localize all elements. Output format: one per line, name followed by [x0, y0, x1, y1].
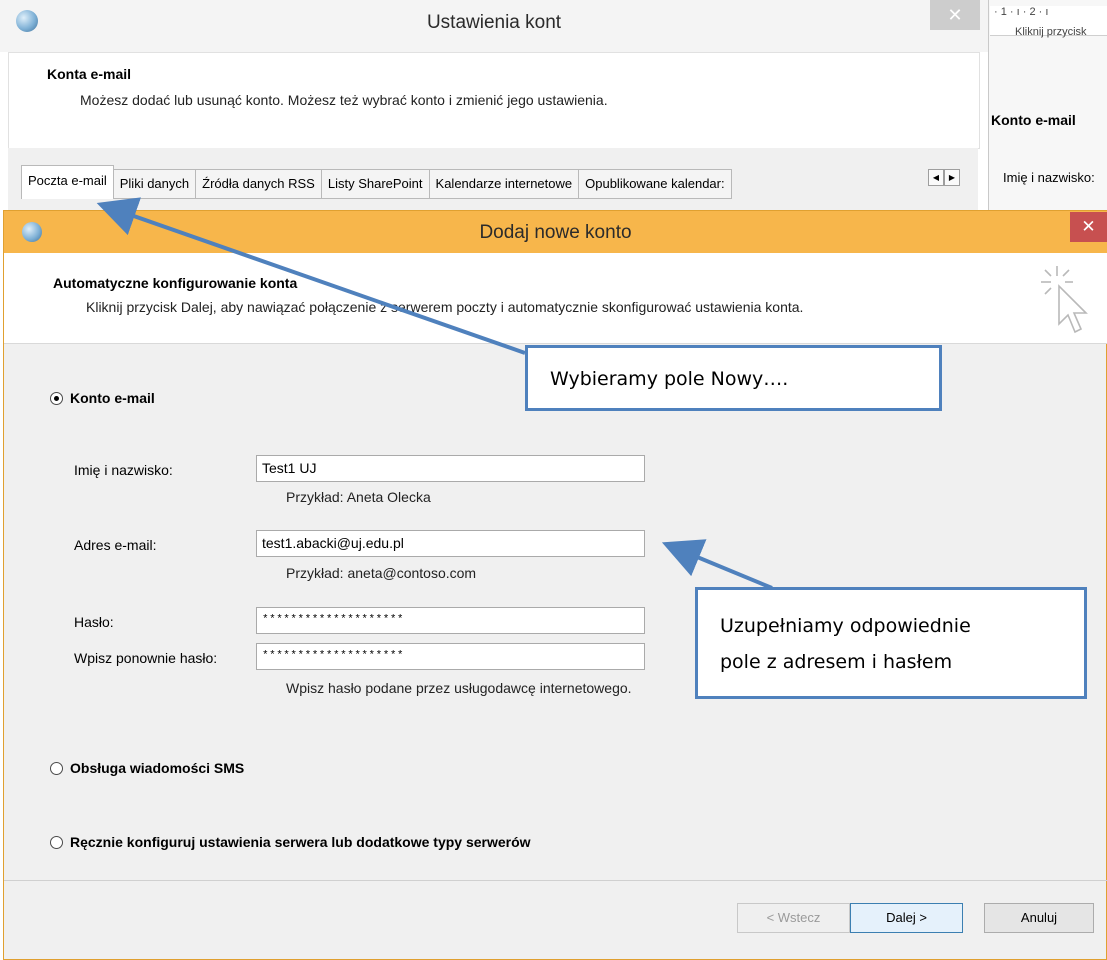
- callout-select-new-text: Wybieramy pole Nowy….: [550, 368, 789, 390]
- callout-fill-fields: Uzupełniamy odpowiednie pole z adresem i…: [695, 587, 1087, 699]
- arrow-to-email-tab: [96, 197, 526, 355]
- annotation-arrows: [96, 197, 773, 590]
- callout-fill-line-2: pole z adresem i hasłem: [720, 651, 953, 673]
- arrow-to-email-field: [661, 539, 773, 590]
- callout-fill-line-1: Uzupełniamy odpowiednie: [720, 615, 971, 637]
- callout-select-new: Wybieramy pole Nowy….: [525, 345, 942, 411]
